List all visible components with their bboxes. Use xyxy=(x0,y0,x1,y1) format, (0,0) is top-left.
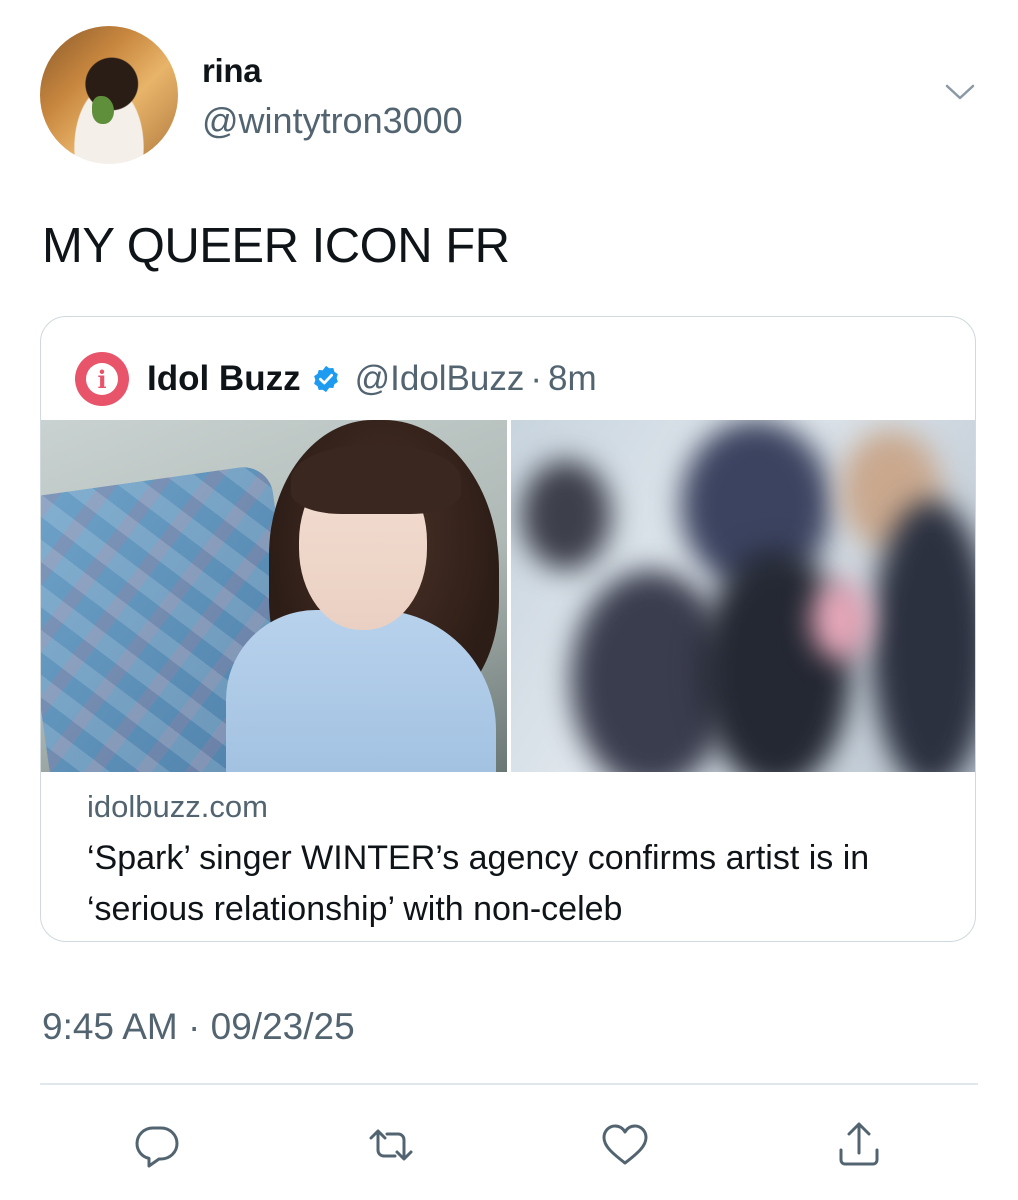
retweet-button[interactable] xyxy=(364,1118,418,1172)
quoted-tweet-header: i Idol Buzz @IdolBuzz · 8m xyxy=(75,351,597,407)
like-button[interactable] xyxy=(598,1118,652,1172)
tweet-text: MY QUEER ICON FR xyxy=(42,219,510,273)
author-handle[interactable]: @wintytron3000 xyxy=(202,100,463,142)
retweet-icon xyxy=(369,1129,413,1161)
quoted-timestamp: 8m xyxy=(548,359,597,398)
separator-dot: · xyxy=(530,359,543,398)
avatar[interactable] xyxy=(40,26,178,164)
idolbuzz-logo-icon: i xyxy=(75,352,129,406)
share-icon xyxy=(839,1122,879,1166)
avatar-plant-detail xyxy=(92,96,114,124)
share-button[interactable] xyxy=(832,1118,886,1172)
divider xyxy=(40,1083,978,1085)
quoted-author-name: Idol Buzz xyxy=(147,359,301,398)
reply-button[interactable] xyxy=(130,1118,184,1172)
chevron-down-icon[interactable] xyxy=(944,82,976,102)
info-icon: i xyxy=(86,363,118,395)
link-title: ‘Spark’ singer WINTER’s agency confirms … xyxy=(87,839,870,928)
link-source: idolbuzz.com xyxy=(87,789,268,824)
quoted-image-left[interactable] xyxy=(41,420,507,772)
tweet-timestamp[interactable]: 9:45 AM · 09/23/25 xyxy=(42,1006,355,1048)
author-display-name[interactable]: rina xyxy=(202,52,262,90)
verified-badge-icon xyxy=(313,365,338,393)
reply-icon xyxy=(135,1126,179,1168)
quoted-author-handle: @IdolBuzz xyxy=(354,359,525,398)
quoted-tweet-card[interactable]: i Idol Buzz @IdolBuzz · 8m idolbuzz.com … xyxy=(40,316,976,942)
quoted-image-right[interactable] xyxy=(511,420,975,772)
like-icon xyxy=(602,1124,648,1165)
